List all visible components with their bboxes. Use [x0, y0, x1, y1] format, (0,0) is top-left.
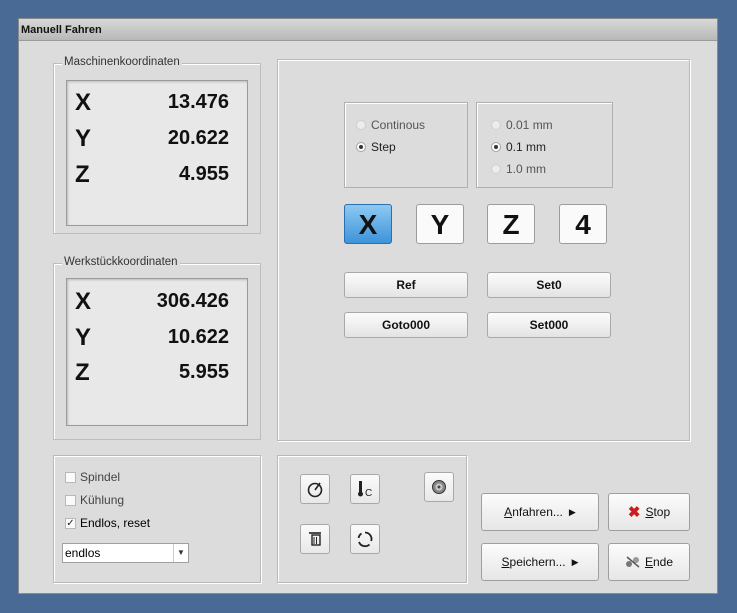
radio-step-01-indicator [491, 142, 501, 152]
machine-x-label: X [75, 89, 92, 116]
mode-group: Continous Step [344, 102, 468, 188]
triangle-right-icon: ▶ [568, 506, 576, 517]
kuehlung-checkbox-label: Kühlung [80, 493, 125, 507]
endlos-mode-select[interactable]: endlos ▼ [62, 543, 189, 563]
machine-coordinates-display: X 13.476 Y 20.622 Z 4.955 [66, 80, 248, 226]
work-z-label: Z [75, 359, 90, 386]
machine-coordinates-legend: Maschinenkoordinaten [62, 56, 182, 68]
ende-label: nde [652, 555, 674, 569]
options-panel: Spindel Kühlung ✓ Endlos, reset [53, 455, 261, 583]
ende-button[interactable]: Ende [608, 543, 690, 581]
endlos-mode-value: endlos [65, 546, 101, 560]
stop-x-icon: ✖ [627, 504, 641, 521]
radio-step-10-label: 1.0 mm [506, 162, 547, 176]
ref-button[interactable]: Ref [344, 272, 468, 298]
machine-x-value: 13.476 [167, 91, 229, 113]
axis-z-button[interactable]: Z [487, 204, 535, 244]
probe-icon [432, 480, 446, 494]
set0-button[interactable]: Set0 [487, 272, 611, 298]
probe-tool-button[interactable] [424, 472, 454, 502]
radio-continous-indicator [356, 120, 366, 130]
work-coordinates-display: X 306.426 Y 10.622 Z 5.955 [66, 278, 248, 426]
exit-icon [625, 556, 640, 568]
tool-length-button[interactable]: C [350, 474, 380, 504]
radio-step-001[interactable]: 0.01 mm [491, 118, 553, 132]
work-y-value: 10.622 [167, 326, 229, 348]
set000-button[interactable]: Set000 [487, 312, 611, 338]
work-coordinates-legend: Werkstückkoordinaten [62, 256, 180, 268]
work-z-value: 5.955 [178, 361, 229, 383]
stop-mnemonic: S [645, 505, 654, 519]
radio-step-10-indicator [491, 164, 501, 174]
svg-text:C: C [365, 488, 372, 499]
triangle-right-icon: ▶ [571, 556, 579, 567]
stop-label: top [653, 505, 671, 519]
endlos-checkbox-box: ✓ [65, 517, 76, 529]
anfahren-label: nfahren... [512, 505, 563, 519]
radio-continous[interactable]: Continous [356, 118, 425, 132]
kuehlung-checkbox-box [65, 494, 76, 506]
machine-z-value: 4.955 [178, 163, 229, 185]
spindel-checkbox-box [65, 471, 76, 483]
work-x-value: 306.426 [156, 290, 229, 312]
spindel-checkbox-label: Spindel [80, 470, 121, 484]
rotate-icon [357, 531, 373, 548]
radio-step-01-label: 0.1 mm [506, 140, 547, 154]
tool-length-icon: C [358, 481, 372, 499]
anfahren-button[interactable]: Anfahren... ▶ [481, 493, 599, 531]
radio-step-01[interactable]: 0.1 mm [491, 140, 546, 154]
spindel-checkbox[interactable]: Spindel [65, 470, 120, 484]
work-x-label: X [75, 288, 92, 315]
machine-y-value: 20.622 [167, 127, 229, 149]
chevron-down-icon[interactable]: ▼ [173, 544, 188, 562]
kuehlung-checkbox[interactable]: Kühlung [65, 493, 124, 507]
jog-panel: Continous Step 0.01 mm 0.1 mm 1.0 mm X Y [277, 59, 690, 441]
radio-continous-label: Continous [371, 118, 426, 132]
anfahren-mnemonic: A [504, 505, 513, 519]
axis-4-button[interactable]: 4 [559, 204, 607, 244]
radio-step-001-label: 0.01 mm [506, 118, 553, 132]
ende-mnemonic: E [644, 555, 653, 569]
step-size-group: 0.01 mm 0.1 mm 1.0 mm [476, 102, 613, 188]
radio-step-label: Step [371, 140, 396, 154]
rotate-tool-button[interactable] [350, 524, 380, 554]
endlos-checkbox[interactable]: ✓ Endlos, reset [65, 516, 150, 530]
speichern-label: peichern... [509, 555, 566, 569]
stop-button[interactable]: ✖ Stop [608, 493, 690, 531]
radio-step-001-indicator [491, 120, 501, 130]
window-title: Manuell Fahren [19, 19, 717, 41]
tools-panel: C [277, 455, 467, 583]
radio-step-10[interactable]: 1.0 mm [491, 162, 546, 176]
goto000-button[interactable]: Goto000 [344, 312, 468, 338]
speichern-mnemonic: S [501, 555, 510, 569]
endlos-checkbox-label: Endlos, reset [80, 516, 151, 530]
radio-step[interactable]: Step [356, 140, 396, 154]
main-window: Manuell Fahren Maschinenkoordinaten X 13… [18, 18, 718, 594]
machine-coordinates-group: Maschinenkoordinaten X 13.476 Y 20.622 Z… [53, 56, 261, 234]
machine-y-label: Y [75, 125, 92, 152]
surface-icon [309, 532, 321, 546]
work-coordinates-group: Werkstückkoordinaten X 306.426 Y 10.622 … [53, 256, 261, 440]
work-y-label: Y [75, 324, 92, 351]
speichern-button[interactable]: Speichern... ▶ [481, 543, 599, 581]
axis-y-button[interactable]: Y [416, 204, 464, 244]
gauge-tool-button[interactable] [300, 474, 330, 504]
radio-step-indicator [356, 142, 366, 152]
gauge-icon [307, 482, 323, 498]
surface-tool-button[interactable] [300, 524, 330, 554]
axis-x-button[interactable]: X [344, 204, 392, 244]
machine-z-label: Z [75, 161, 90, 188]
